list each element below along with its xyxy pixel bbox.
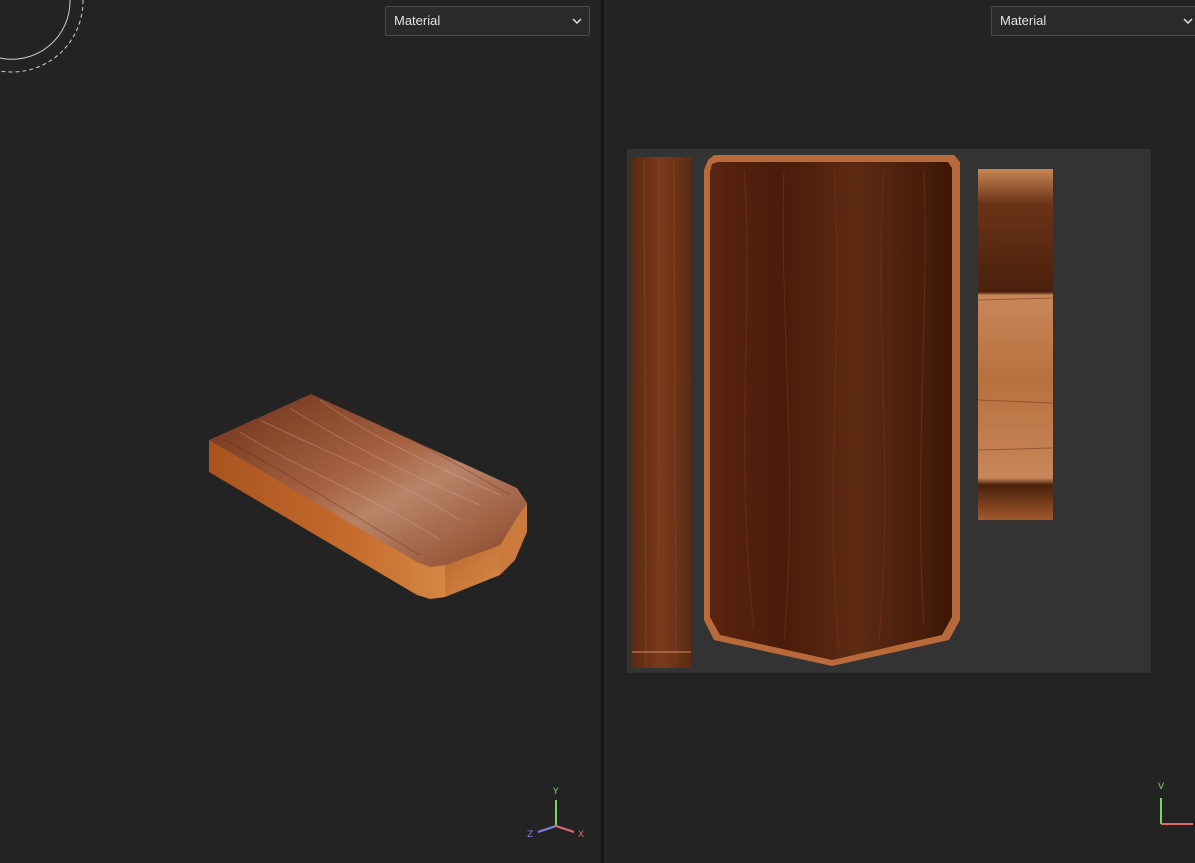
wood-plank-model[interactable] <box>209 394 527 599</box>
axis-y-label: Y <box>553 787 559 797</box>
chevron-down-icon <box>572 18 582 25</box>
axis-gizmo: Y Z X <box>522 784 592 844</box>
shading-mode-value: Material <box>394 13 441 28</box>
uv-shading-mode-value: Material <box>1000 13 1047 28</box>
chevron-down-icon <box>1183 18 1193 25</box>
3d-viewport[interactable]: Material Y Z X <box>0 0 601 863</box>
shading-mode-dropdown[interactable]: Material <box>385 6 590 36</box>
uv-scene <box>627 149 1151 673</box>
axis-x-label: X <box>578 830 585 840</box>
uv-shading-mode-dropdown[interactable]: Material <box>991 6 1195 36</box>
uv-axis-gizmo: V <box>1155 780 1195 830</box>
axis-v-label: V <box>1158 782 1165 792</box>
axis-z-label: Z <box>527 830 534 840</box>
uv-viewport[interactable]: Material V <box>604 0 1195 863</box>
uv-island-side[interactable] <box>632 157 691 668</box>
uv-island-end[interactable] <box>977 169 1054 520</box>
uv-island-top[interactable] <box>704 155 960 666</box>
3d-scene <box>0 0 527 599</box>
rotate-circle-icon[interactable] <box>0 0 84 73</box>
